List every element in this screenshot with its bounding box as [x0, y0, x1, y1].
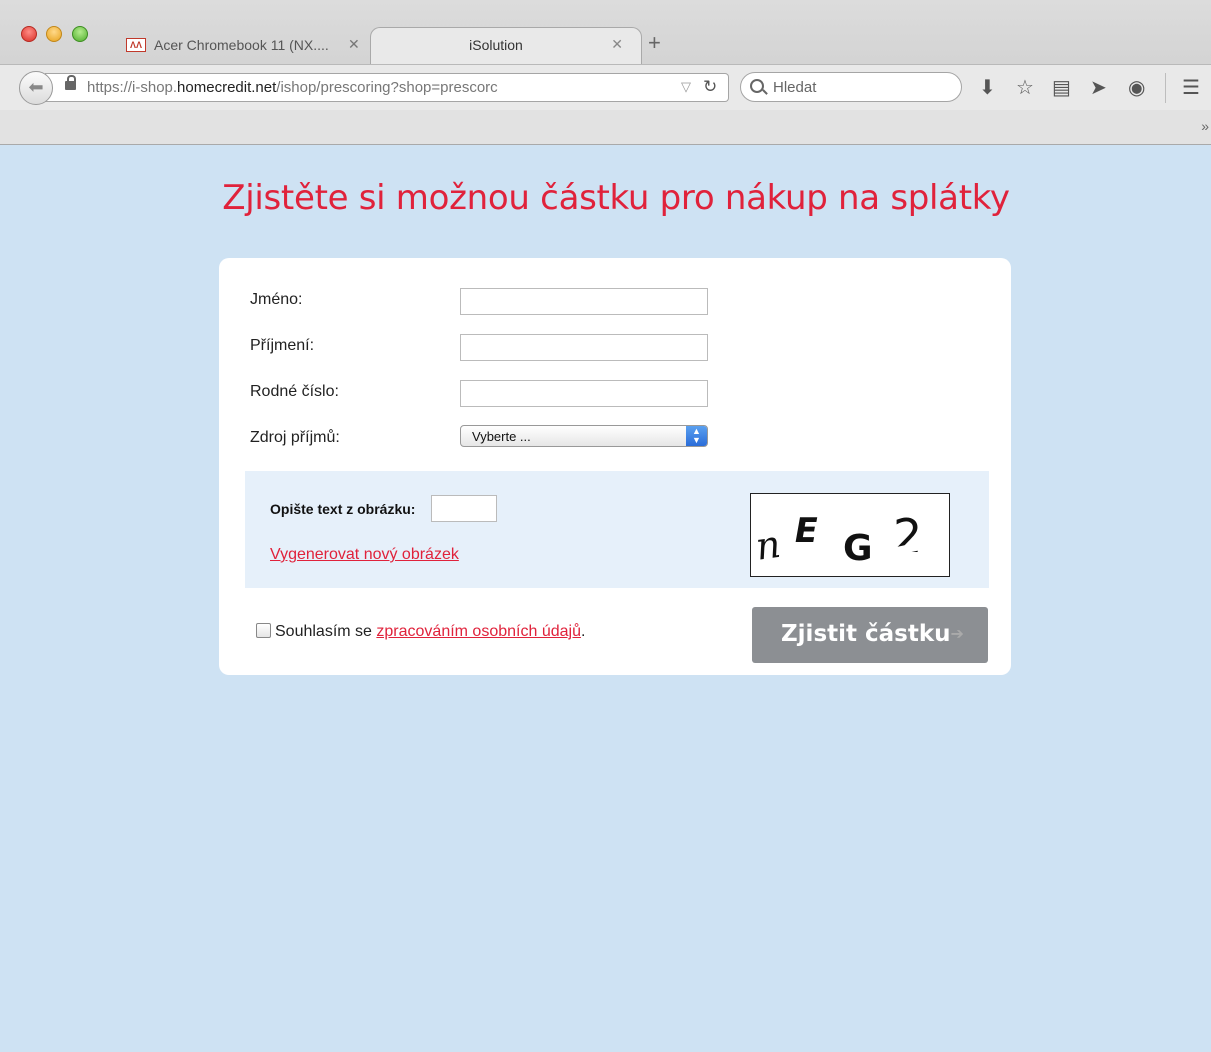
back-button[interactable]: ⬅ [19, 71, 53, 105]
income-source-label: Zdroj příjmů: [250, 429, 340, 446]
submit-button[interactable]: Zjistit částku➔ [752, 607, 988, 663]
captcha-char-2: E [791, 511, 821, 551]
captcha-char-1: n [753, 522, 783, 569]
alza-logo-icon: ΛΛ [126, 38, 146, 52]
captcha-section: Opište text z obrázku: Vygenerovat nový … [245, 471, 989, 588]
address-bar[interactable]: https://i-shop.homecredit.net/ishop/pres… [45, 73, 729, 102]
regenerate-captcha-link[interactable]: Vygenerovat nový obrázek [270, 546, 459, 564]
consent-prefix: Souhlasím se [275, 623, 377, 640]
minimize-window-button[interactable] [46, 26, 62, 42]
lock-icon [65, 75, 76, 90]
income-source-value: Vyberte ... [472, 429, 531, 444]
close-tab-icon[interactable]: ✕ [611, 36, 623, 53]
last-name-field[interactable] [460, 334, 708, 361]
personal-data-link[interactable]: zpracováním osobních údajů [376, 623, 581, 640]
back-arrow-icon: ⬅ [28, 77, 44, 97]
bookmark-star-icon[interactable]: ☆ [1016, 75, 1034, 100]
last-name-label: Příjmení: [250, 337, 315, 354]
bookmarks-toolbar: » [0, 110, 1211, 144]
birth-number-field[interactable] [460, 380, 708, 407]
url-text[interactable]: https://i-shop.homecredit.net/ishop/pres… [87, 79, 498, 96]
new-tab-icon[interactable]: + [648, 30, 661, 56]
select-arrows-icon: ▲ ▼ [686, 426, 707, 446]
download-icon[interactable]: ⬇ [979, 75, 996, 100]
close-window-button[interactable] [21, 26, 37, 42]
search-placeholder: Hledat [773, 79, 817, 96]
submit-label: Zjistit částku [781, 621, 951, 647]
consent-suffix: . [580, 623, 586, 640]
captcha-input[interactable] [431, 495, 497, 522]
close-tab-icon[interactable]: ✕ [348, 36, 360, 53]
consent-row: Souhlasím se zpracováním osobních údajů. [256, 623, 585, 641]
reader-icon[interactable]: ▤ [1052, 75, 1071, 100]
arrow-right-icon: ➔ [950, 624, 964, 643]
first-name-label: Jméno: [250, 291, 303, 308]
reload-icon[interactable]: ↻ [703, 77, 717, 97]
birth-number-label: Rodné číslo: [250, 383, 339, 400]
captcha-label: Opište text z obrázku: [270, 501, 416, 517]
tab-acer-chromebook[interactable]: ΛΛ Acer Chromebook 11 (NX.... ✕ [112, 27, 382, 64]
tab-title: Acer Chromebook 11 (NX.... [154, 37, 329, 53]
search-icon [750, 79, 764, 93]
captcha-image: n E G 2 [750, 493, 950, 577]
browser-chrome: ΛΛ Acer Chromebook 11 (NX.... ✕ iSolutio… [0, 0, 1211, 145]
income-source-select[interactable]: Vyberte ... ▲ ▼ [460, 425, 708, 447]
tab-bar: ΛΛ Acer Chromebook 11 (NX.... ✕ iSolutio… [0, 0, 1211, 64]
tab-isolution[interactable]: iSolution ✕ [370, 27, 642, 64]
url-path: /ishop/prescoring?shop=prescorc [276, 79, 498, 96]
consent-checkbox[interactable] [256, 623, 271, 638]
chat-icon[interactable]: ◉ [1128, 75, 1145, 100]
overflow-chevron-icon[interactable]: » [1201, 118, 1209, 134]
first-name-field[interactable] [460, 288, 708, 315]
url-prefix: https://i-shop. [87, 79, 178, 96]
captcha-char-3: G [843, 528, 873, 569]
tab-title: iSolution [469, 37, 523, 53]
send-icon[interactable]: ➤ [1090, 75, 1107, 100]
page-title: Zjistěte si možnou částku pro nákup na s… [222, 178, 1010, 218]
navigation-bar: https://i-shop.homecredit.net/ishop/pres… [0, 64, 1211, 110]
search-input[interactable]: Hledat [740, 72, 962, 102]
toolbar-separator [1165, 73, 1166, 103]
zoom-window-button[interactable] [72, 26, 88, 42]
menu-icon[interactable]: ☰ [1182, 75, 1200, 100]
captcha-glyphs: n E G 2 [753, 509, 932, 569]
history-dropdown-icon[interactable]: ▽ [681, 79, 691, 95]
prescoring-form: Jméno: Příjmení: Rodné číslo: Zdroj příj… [219, 258, 1011, 675]
url-host: homecredit.net [177, 79, 277, 96]
